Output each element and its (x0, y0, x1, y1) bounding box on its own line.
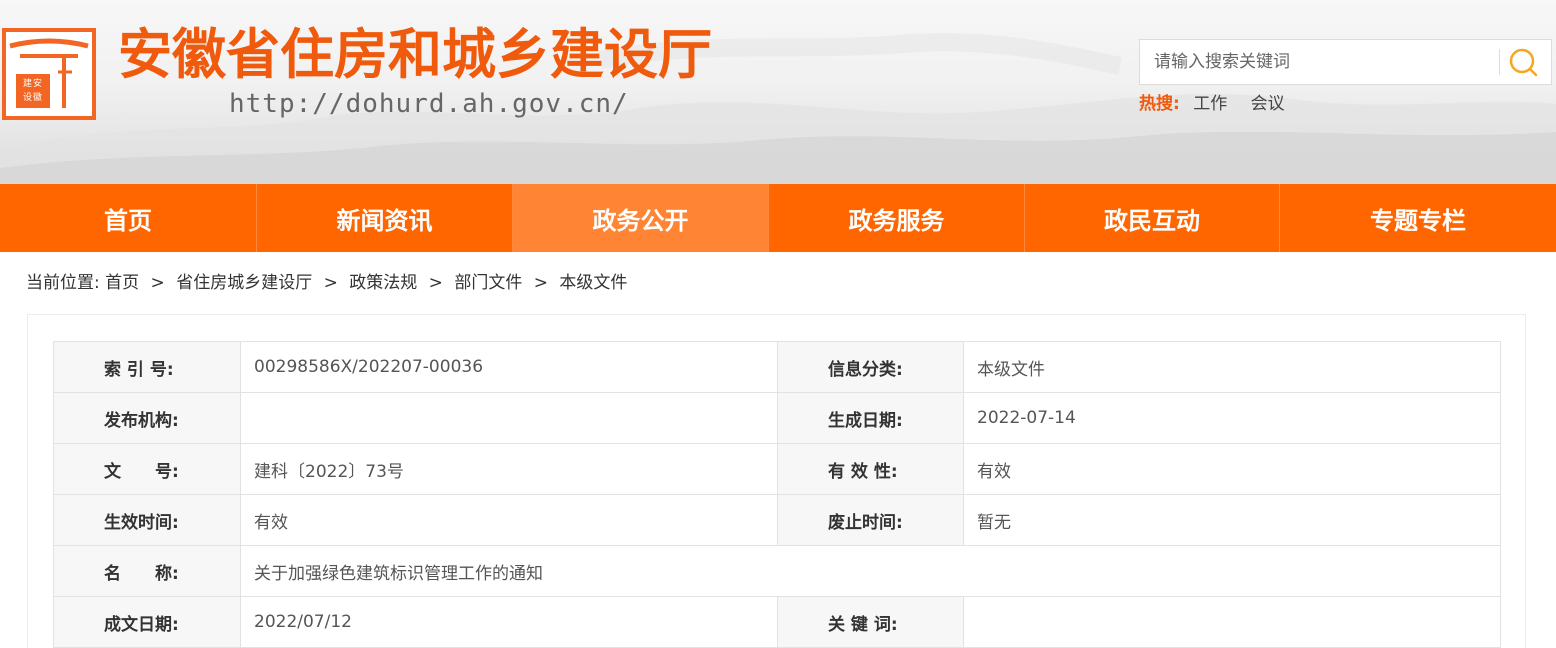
nav-item-special-topics[interactable]: 专题专栏 (1280, 184, 1556, 252)
doc-number-value: 建科〔2022〕73号 (240, 443, 778, 495)
validity-label: 有 效 性: (777, 443, 964, 495)
breadcrumb: 当前位置: 首页 > 省住房城乡建设厅 > 政策法规 > 部门文件 > 本级文件 (26, 270, 627, 296)
logo-seal: 建安 设徽 (16, 74, 50, 108)
breadcrumb-prefix: 当前位置: (26, 273, 100, 293)
site-title: 安徽省住房和城乡建设厅 (118, 23, 712, 86)
generated-date-label: 生成日期: (777, 392, 964, 444)
search-input[interactable] (1140, 40, 1498, 84)
table-row: 发布机构: 生成日期: 2022-07-14 (53, 392, 1501, 444)
nav-item-news[interactable]: 新闻资讯 (257, 184, 513, 252)
table-row: 生效时间: 有效 废止时间: 暂无 (53, 494, 1501, 546)
breadcrumb-link-local-docs[interactable]: 本级文件 (559, 273, 627, 293)
breadcrumb-separator: > (323, 273, 338, 293)
hot-search-item[interactable]: 会议 (1251, 94, 1285, 114)
document-info-table: 索 引 号: 00298586X/202207-00036 信息分类: 本级文件… (53, 341, 1501, 648)
index-number-label: 索 引 号: (53, 341, 241, 393)
breadcrumb-separator: > (150, 273, 165, 293)
hot-search-label: 热搜: (1139, 94, 1180, 114)
breadcrumb-separator: > (533, 273, 548, 293)
breadcrumb-link-dept-docs[interactable]: 部门文件 (454, 273, 522, 293)
main-nav: 首页 新闻资讯 政务公开 政务服务 政民互动 专题专栏 (0, 184, 1556, 252)
nav-item-interaction[interactable]: 政民互动 (1025, 184, 1280, 252)
publisher-label: 发布机构: (53, 392, 241, 444)
table-row: 索 引 号: 00298586X/202207-00036 信息分类: 本级文件 (53, 341, 1501, 393)
site-url: http://dohurd.ah.gov.cn/ (229, 89, 629, 119)
search-box (1139, 39, 1552, 85)
breadcrumb-separator: > (428, 273, 443, 293)
breadcrumb-link-policies[interactable]: 政策法规 (349, 273, 417, 293)
nav-item-gov-affairs[interactable]: 政务公开 (513, 184, 769, 252)
search-icon (1509, 48, 1538, 77)
effective-time-value: 有效 (240, 494, 778, 546)
search-divider (1499, 49, 1500, 75)
written-date-label: 成文日期: (53, 596, 241, 648)
nav-item-gov-services[interactable]: 政务服务 (769, 184, 1025, 252)
info-category-value: 本级文件 (963, 341, 1501, 393)
search-button[interactable] (1504, 46, 1544, 80)
table-row: 成文日期: 2022/07/12 关 键 词: (53, 596, 1501, 648)
generated-date-value: 2022-07-14 (963, 392, 1501, 444)
breadcrumb-link-home[interactable]: 首页 (105, 273, 139, 293)
effective-time-label: 生效时间: (53, 494, 241, 546)
keywords-value (963, 596, 1501, 648)
site-logo[interactable]: 建安 设徽 (2, 28, 96, 120)
nav-item-home[interactable]: 首页 (0, 184, 257, 252)
table-row: 名 称: 关于加强绿色建筑标识管理工作的通知 (53, 545, 1501, 597)
hot-search: 热搜: 工作 会议 (1139, 91, 1285, 117)
publisher-value (240, 392, 778, 444)
info-category-label: 信息分类: (777, 341, 964, 393)
hot-search-item[interactable]: 工作 (1193, 94, 1227, 114)
doc-name-label: 名 称: (53, 545, 241, 597)
keywords-label: 关 键 词: (777, 596, 964, 648)
site-header: 建安 设徽 安徽省住房和城乡建设厅 http://dohurd.ah.gov.cn… (0, 0, 1556, 184)
repeal-time-value: 暂无 (963, 494, 1501, 546)
doc-number-label: 文 号: (53, 443, 241, 495)
doc-name-value: 关于加强绿色建筑标识管理工作的通知 (240, 545, 1501, 597)
written-date-value: 2022/07/12 (240, 596, 778, 648)
repeal-time-label: 废止时间: (777, 494, 964, 546)
breadcrumb-link-department[interactable]: 省住房城乡建设厅 (176, 273, 312, 293)
validity-value: 有效 (963, 443, 1501, 495)
index-number-value: 00298586X/202207-00036 (240, 341, 778, 393)
table-row: 文 号: 建科〔2022〕73号 有 效 性: 有效 (53, 443, 1501, 495)
